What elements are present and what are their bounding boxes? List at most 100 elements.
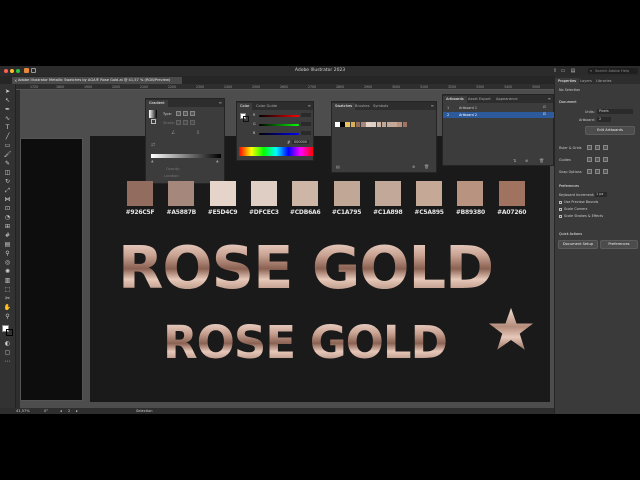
swatch-libraries-icon[interactable]: ▤	[336, 164, 340, 169]
shaper-tool-icon[interactable]: ✎	[3, 160, 12, 168]
workspace-icon[interactable]: ▤	[570, 68, 576, 74]
swatch-chip[interactable]	[381, 122, 387, 127]
swatch-chip[interactable]	[340, 122, 345, 127]
g-value-field[interactable]	[301, 122, 311, 126]
panel-menu-icon[interactable]: ≡	[219, 100, 222, 106]
show-guides-icon[interactable]	[587, 157, 592, 162]
b-value-field[interactable]	[301, 131, 311, 135]
swatch-chip[interactable]	[392, 122, 397, 127]
rearrange-icon[interactable]: ⇅	[513, 158, 516, 163]
next-artboard-icon[interactable]: ▸	[76, 408, 78, 414]
layout-icon[interactable]: ▭	[560, 68, 566, 74]
gradient-stop-left-icon[interactable]: ▲	[151, 159, 154, 163]
more-tools-icon[interactable]: ⋯	[3, 358, 12, 366]
document-setup-button[interactable]: Document Setup	[558, 240, 598, 249]
swatch-chip[interactable]	[402, 122, 408, 127]
blend-tool-icon[interactable]: ◎	[3, 259, 12, 267]
graph-tool-icon[interactable]: ▥	[3, 277, 12, 285]
screen-mode-icon[interactable]: ▢	[3, 349, 12, 357]
delete-swatch-icon[interactable]: 🗑	[424, 164, 429, 169]
swatch-chip[interactable]	[376, 122, 382, 127]
units-select[interactable]: Pixels	[597, 109, 633, 114]
color-spectrum[interactable]	[239, 147, 313, 156]
lock-guides-icon[interactable]	[595, 157, 600, 162]
delete-artboard-icon[interactable]: 🗑	[539, 158, 544, 163]
pen-tool-icon[interactable]: ✒	[3, 106, 12, 114]
tab-symbols[interactable]: Symbols	[370, 103, 391, 110]
star-shape[interactable]	[488, 306, 534, 352]
color-swatch[interactable]	[292, 181, 319, 206]
gradient-stop-right-icon[interactable]: ▲	[216, 159, 219, 163]
subheadline-text[interactable]: ROSE GOLD	[163, 320, 448, 365]
color-swatch[interactable]	[457, 181, 484, 206]
selection-tool-icon[interactable]: ➤	[3, 88, 12, 96]
swatch-chip[interactable]	[355, 122, 361, 127]
zoom-tool-icon[interactable]: ⚲	[3, 313, 12, 321]
slice-tool-icon[interactable]: ✂	[3, 295, 12, 303]
artboard-tool-icon[interactable]: ⬚	[3, 286, 12, 294]
eraser-tool-icon[interactable]: ◫	[3, 169, 12, 177]
symbol-sprayer-tool-icon[interactable]: ✺	[3, 268, 12, 276]
use-preview-bounds-checkbox[interactable]	[559, 201, 562, 204]
artboard-row-selected[interactable]: 2 Artboard 2 ⊡	[443, 112, 555, 118]
shape-builder-tool-icon[interactable]: ◔	[3, 214, 12, 222]
width-tool-icon[interactable]: ⋈	[3, 196, 12, 204]
tab-artboards[interactable]: Artboards	[443, 96, 467, 103]
panel-menu-icon[interactable]: ≡	[308, 103, 311, 109]
tab-color-guide[interactable]: Color Guide	[253, 103, 280, 110]
swatch-chip[interactable]	[366, 122, 371, 127]
tab-color[interactable]: Color	[237, 103, 253, 110]
gradient-slider[interactable]	[151, 154, 221, 158]
share-icon[interactable]: ⇪	[552, 68, 558, 74]
snap-point-icon[interactable]	[587, 169, 592, 174]
edit-artboards-button[interactable]: Edit Artboards	[585, 126, 635, 135]
tab-asset-export[interactable]: Asset Export	[465, 96, 494, 103]
prev-artboard-icon[interactable]: ◂	[60, 408, 62, 414]
free-transform-tool-icon[interactable]: ⊡	[3, 205, 12, 213]
green-slider[interactable]	[259, 124, 299, 126]
color-swatch[interactable]	[209, 181, 236, 206]
reverse-gradient-icon[interactable]: ⇄	[151, 142, 155, 148]
artboard-1[interactable]	[20, 138, 83, 401]
swatch-chip[interactable]	[345, 122, 350, 127]
artboard-options-icon[interactable]: ⊡	[543, 112, 546, 116]
swatch-chip[interactable]	[361, 122, 366, 127]
scale-corners-checkbox[interactable]	[559, 208, 562, 211]
headline-text[interactable]: ROSE GOLD	[118, 238, 494, 297]
close-tab-icon[interactable]: ×	[14, 77, 17, 84]
tab-libraries[interactable]: Libraries	[593, 78, 615, 85]
r-value-field[interactable]	[301, 113, 311, 117]
color-swatch[interactable]	[127, 181, 153, 206]
drawing-modes-icon[interactable]: ◐	[3, 340, 12, 348]
color-swatch[interactable]	[333, 181, 360, 206]
snap-pixel-icon[interactable]	[595, 169, 600, 174]
hand-tool-icon[interactable]: ✋	[3, 304, 12, 312]
line-tool-icon[interactable]: ╱	[3, 133, 12, 141]
ruler-toggle-icon[interactable]	[587, 145, 592, 150]
tab-appearance[interactable]: Appearance	[493, 96, 521, 103]
hex-field[interactable]: 000000	[292, 140, 309, 144]
new-swatch-icon[interactable]: ⊕	[412, 164, 415, 169]
transparency-grid-icon[interactable]	[603, 145, 608, 150]
artboard-row[interactable]: 1 Artboard 1 ⊡	[443, 105, 555, 111]
gradient-preview-icon[interactable]	[149, 110, 157, 118]
scale-strokes-checkbox[interactable]	[559, 215, 562, 218]
rotate-tool-icon[interactable]: ↻	[3, 178, 12, 186]
freeform-gradient-icon[interactable]	[190, 111, 195, 116]
tab-properties[interactable]: Properties	[555, 78, 580, 85]
tab-gradient[interactable]: Gradient	[146, 100, 168, 107]
color-swatch[interactable]	[168, 181, 195, 206]
perspective-grid-tool-icon[interactable]: ⊞	[3, 223, 12, 231]
direct-selection-tool-icon[interactable]: ↖	[3, 97, 12, 105]
type-tool-icon[interactable]: T	[3, 124, 12, 132]
stroke-swatch-icon[interactable]	[243, 116, 249, 122]
artboard-select[interactable]: 2	[597, 117, 611, 122]
color-swatch[interactable]	[250, 181, 277, 206]
blue-slider[interactable]	[259, 133, 299, 135]
new-artboard-icon[interactable]: ⊕	[525, 158, 528, 163]
panel-menu-icon[interactable]: ≡	[548, 96, 551, 102]
eyedropper-tool-icon[interactable]: ⚲	[3, 250, 12, 258]
gradient-tool-icon[interactable]: ▤	[3, 241, 12, 249]
fill-stroke-icon[interactable]	[151, 119, 156, 124]
zoom-level[interactable]: 41,57%	[16, 408, 30, 414]
